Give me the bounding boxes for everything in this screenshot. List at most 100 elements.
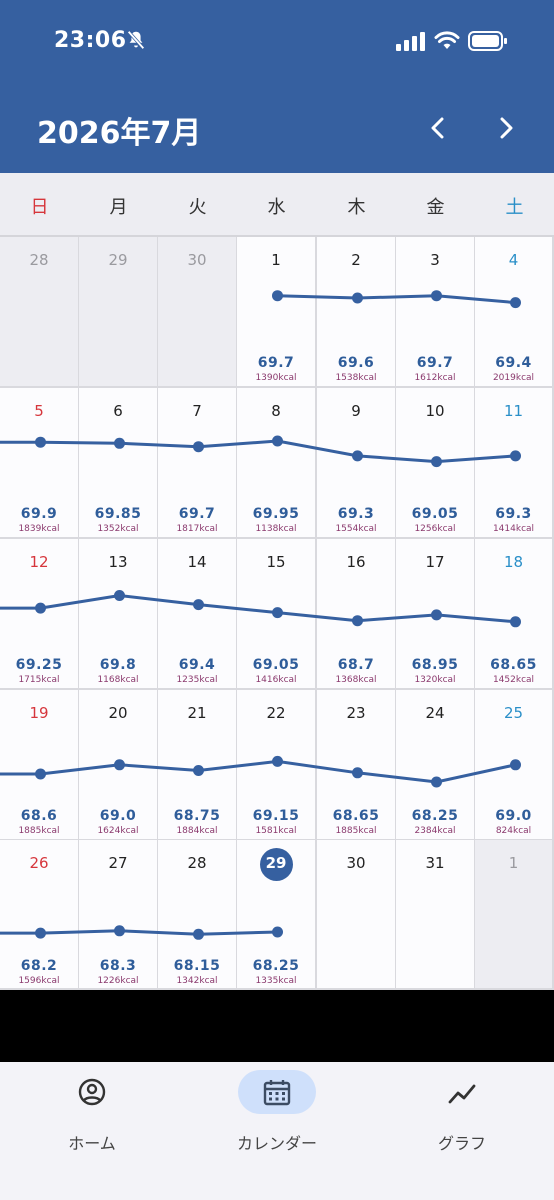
day-cell[interactable]: 26 68.2 1596kcal xyxy=(0,840,80,990)
day-cell[interactable]: 29 68.25 1335kcal xyxy=(237,840,317,990)
day-kcal: 1885kcal xyxy=(335,826,377,836)
day-cell[interactable]: 13 69.8 1168kcal xyxy=(79,539,159,690)
black-bar xyxy=(0,990,554,1062)
day-cell[interactable]: 8 69.95 1138kcal xyxy=(237,388,317,539)
calendar-grid: 28 29 30 1 69.7 1390kcal 2 69.6 1538kcal 3 69.7 161… xyxy=(0,237,554,990)
day-cell[interactable]: 25 69.0 824kcal xyxy=(475,690,554,841)
day-weight: 69.85 xyxy=(94,506,142,522)
day-cell[interactable]: 30 xyxy=(158,237,238,388)
day-number: 23 xyxy=(346,704,366,722)
tab-label: グラフ xyxy=(437,1134,486,1153)
day-cell[interactable]: 2 69.6 1538kcal xyxy=(317,237,397,388)
day-number: 5 xyxy=(34,402,44,420)
tab-home[interactable]: ホーム xyxy=(2,1070,182,1160)
wifi-icon xyxy=(434,31,460,49)
bell-muted-icon xyxy=(127,30,145,50)
day-cell[interactable]: 12 69.25 1715kcal xyxy=(0,539,80,690)
signal-icon xyxy=(396,32,425,51)
day-number: 3 xyxy=(430,251,440,269)
day-cell[interactable]: 15 69.05 1416kcal xyxy=(237,539,317,690)
day-cell[interactable]: 24 68.25 2384kcal xyxy=(396,690,476,841)
day-kcal: 1320kcal xyxy=(414,675,456,685)
day-cell[interactable]: 16 68.7 1368kcal xyxy=(317,539,397,690)
day-number: 2 xyxy=(351,251,361,269)
day-cell[interactable]: 9 69.3 1554kcal xyxy=(317,388,397,539)
day-weight: 69.15 xyxy=(252,808,300,824)
weekday-label: 月 xyxy=(109,197,128,218)
day-kcal: 1884kcal xyxy=(176,826,218,836)
weekday-label: 木 xyxy=(347,197,366,218)
day-cell[interactable]: 1 xyxy=(475,840,554,990)
day-cell[interactable]: 27 68.3 1226kcal xyxy=(79,840,159,990)
day-number: 19 xyxy=(29,704,49,722)
day-number: 29 xyxy=(108,251,128,269)
day-cell[interactable]: 6 69.85 1352kcal xyxy=(79,388,159,539)
day-cell[interactable]: 11 69.3 1414kcal xyxy=(475,388,554,539)
day-kcal: 1416kcal xyxy=(255,675,297,685)
day-number: 17 xyxy=(425,553,445,571)
day-cell[interactable]: 3 69.7 1612kcal xyxy=(396,237,476,388)
home-icon xyxy=(78,1078,106,1106)
day-number: 8 xyxy=(271,402,281,420)
day-weight: 69.8 xyxy=(99,657,137,673)
day-number: 28 xyxy=(187,854,207,872)
day-kcal: 1368kcal xyxy=(335,675,377,685)
day-weight: 69.05 xyxy=(411,506,459,522)
tab-label: ホーム xyxy=(68,1134,116,1153)
day-cell[interactable]: 20 69.0 1624kcal xyxy=(79,690,159,841)
day-kcal: 1538kcal xyxy=(335,373,377,383)
day-number: 22 xyxy=(266,704,286,722)
day-cell[interactable]: 28 68.15 1342kcal xyxy=(158,840,238,990)
calendar-icon xyxy=(263,1080,291,1106)
weekday-label: 火 xyxy=(188,197,207,218)
day-cell[interactable]: 7 69.7 1817kcal xyxy=(158,388,238,539)
day-cell[interactable]: 30 xyxy=(317,840,397,990)
day-weight: 69.95 xyxy=(252,506,300,522)
month-title: 2026年7月 xyxy=(37,116,202,151)
weekday-header: 日月火水木金土 xyxy=(0,173,554,237)
graph-icon xyxy=(448,1084,476,1104)
day-kcal: 1168kcal xyxy=(97,675,139,685)
day-kcal: 1596kcal xyxy=(18,976,60,986)
day-cell[interactable]: 10 69.05 1256kcal xyxy=(396,388,476,539)
day-cell[interactable]: 23 68.65 1885kcal xyxy=(317,690,397,841)
day-number: 9 xyxy=(351,402,361,420)
day-cell[interactable]: 22 69.15 1581kcal xyxy=(237,690,317,841)
next-month-button[interactable] xyxy=(488,110,524,146)
tab-graph[interactable]: グラフ xyxy=(372,1070,552,1160)
tab-calendar[interactable]: カレンダー xyxy=(187,1070,367,1160)
day-kcal: 1256kcal xyxy=(414,524,456,534)
day-weight: 68.65 xyxy=(490,657,537,673)
day-number: 28 xyxy=(29,251,49,269)
weekday-label: 金 xyxy=(426,197,445,218)
day-cell[interactable]: 18 68.65 1452kcal xyxy=(475,539,554,690)
day-kcal: 1624kcal xyxy=(97,826,139,836)
day-cell[interactable]: 29 xyxy=(79,237,159,388)
day-weight: 69.4 xyxy=(495,355,532,371)
day-cell[interactable]: 17 68.95 1320kcal xyxy=(396,539,476,690)
day-weight: 69.9 xyxy=(20,506,58,522)
day-kcal: 1581kcal xyxy=(255,826,297,836)
day-cell[interactable]: 1 69.7 1390kcal xyxy=(237,237,317,388)
day-number: 11 xyxy=(503,402,524,420)
day-cell[interactable]: 5 69.9 1839kcal xyxy=(0,388,80,539)
day-weight: 68.2 xyxy=(20,958,58,974)
day-kcal: 1885kcal xyxy=(18,826,60,836)
day-cell[interactable]: 19 68.6 1885kcal xyxy=(0,690,80,841)
weekday-label: 土 xyxy=(505,197,524,218)
day-number: 6 xyxy=(113,402,123,420)
day-cell[interactable]: 28 xyxy=(0,237,80,388)
day-kcal: 1414kcal xyxy=(492,524,535,534)
day-number: 31 xyxy=(425,854,445,872)
day-number: 13 xyxy=(108,553,128,571)
day-kcal: 1554kcal xyxy=(335,524,377,534)
day-kcal: 1335kcal xyxy=(255,976,297,986)
day-cell[interactable]: 31 xyxy=(396,840,476,990)
day-kcal: 1839kcal xyxy=(18,524,60,534)
day-cell[interactable]: 4 69.4 2019kcal xyxy=(475,237,554,388)
day-weight: 68.7 xyxy=(337,657,375,673)
day-kcal: 2384kcal xyxy=(414,826,456,836)
prev-month-button[interactable] xyxy=(420,110,456,146)
day-cell[interactable]: 14 69.4 1235kcal xyxy=(158,539,238,690)
day-cell[interactable]: 21 68.75 1884kcal xyxy=(158,690,238,841)
